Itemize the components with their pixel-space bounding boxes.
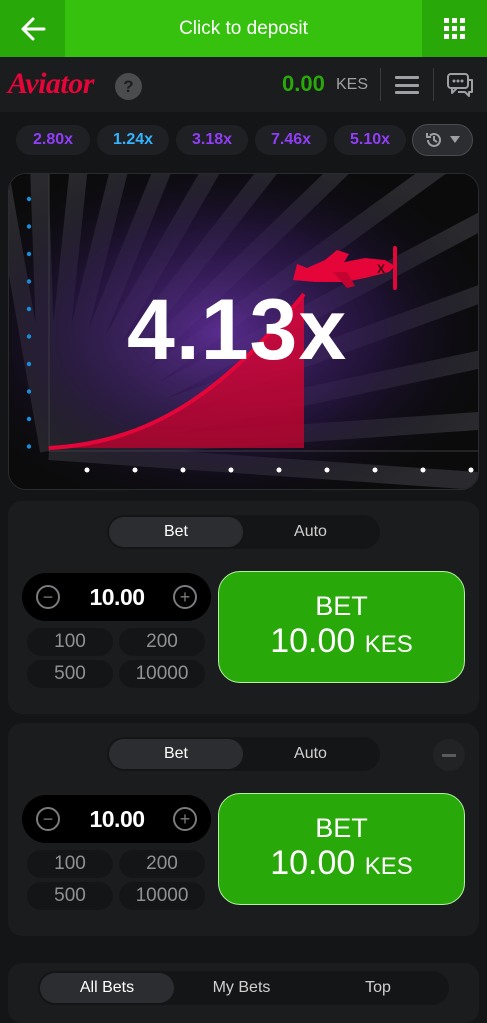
minus-icon: [442, 753, 456, 757]
bet-mode-tabs: Bet Auto: [107, 737, 380, 771]
tab-bet[interactable]: Bet: [109, 517, 243, 547]
decrease-button[interactable]: −: [36, 807, 60, 831]
axis-dot: [228, 467, 234, 473]
quick-amount-button[interactable]: 500: [27, 882, 113, 910]
balance-currency: KES: [336, 76, 369, 93]
axis-dot: [26, 361, 32, 367]
history-chip[interactable]: 3.18x: [176, 125, 248, 155]
chevron-down-icon: [449, 136, 460, 143]
quick-amount-button[interactable]: 500: [27, 660, 113, 688]
place-bet-button[interactable]: BET 10.00 KES: [218, 571, 465, 683]
axis-dot: [26, 389, 32, 394]
decrease-button[interactable]: −: [36, 585, 60, 609]
menu-button[interactable]: [395, 76, 419, 94]
bet-panel-2: Bet Auto − 10.00 + 100 200 500 10000 BET…: [8, 723, 479, 936]
current-multiplier: 4.13x: [127, 282, 348, 378]
axis-dot: [26, 279, 32, 284]
quick-amount-button[interactable]: 10000: [119, 882, 205, 910]
plus-icon: +: [179, 809, 191, 829]
tab-auto[interactable]: Auto: [243, 739, 378, 769]
svg-text:X: X: [377, 262, 385, 276]
tab-all-bets[interactable]: All Bets: [40, 973, 174, 1003]
axis-dot: [26, 251, 32, 257]
axis-dot: [372, 467, 378, 473]
back-button[interactable]: [0, 0, 65, 57]
axis-dot: [132, 467, 138, 473]
apps-button[interactable]: [422, 0, 487, 57]
bet-button-label: BET: [315, 813, 368, 843]
axis-dot: [276, 467, 282, 473]
divider: [380, 68, 381, 101]
remove-panel-button[interactable]: [433, 739, 465, 771]
divider: [433, 68, 434, 101]
increase-button[interactable]: +: [173, 585, 197, 609]
aviator-logo: Aviator: [8, 67, 94, 100]
deposit-button[interactable]: Click to deposit: [65, 0, 422, 57]
axis-dot: [324, 467, 330, 473]
tab-bet[interactable]: Bet: [109, 739, 243, 769]
bet-amount-input[interactable]: 10.00: [72, 806, 162, 833]
game-canvas: X 4.13x: [8, 173, 479, 490]
axis-dot: [468, 467, 474, 473]
tab-top[interactable]: Top: [309, 973, 447, 1003]
axis-dot: [26, 306, 32, 312]
axis-dot: [26, 444, 32, 449]
axis-dot: [26, 416, 32, 422]
history-chip[interactable]: 7.46x: [255, 125, 327, 155]
axis-dot: [26, 224, 32, 229]
bet-amount-stepper: − 10.00 +: [22, 573, 211, 621]
bet-mode-tabs: Bet Auto: [107, 515, 380, 549]
minus-icon: −: [42, 809, 54, 829]
game-header: Aviator ? 0.00 KES: [0, 57, 487, 112]
arrow-left-icon: [21, 17, 45, 40]
quick-amount-button[interactable]: 100: [27, 628, 113, 656]
axis-dot: [26, 334, 32, 339]
minus-icon: −: [42, 587, 54, 607]
quick-amount-button[interactable]: 200: [119, 850, 205, 878]
bet-panel-1: Bet Auto − 10.00 + 100 200 500 10000 BET…: [8, 501, 479, 714]
multiplier-history: 2.80x 1.24x 3.18x 7.46x 5.10x: [0, 112, 487, 170]
help-button[interactable]: ?: [115, 73, 142, 100]
bets-tabs: All Bets My Bets Top: [38, 971, 449, 1005]
bet-button-amount: 10.00 KES: [270, 844, 413, 882]
history-toggle-button[interactable]: [412, 124, 473, 156]
axis-dot: [84, 467, 90, 473]
grid-icon: [444, 18, 465, 39]
axis-dot: [180, 467, 186, 473]
chat-icon[interactable]: [446, 72, 474, 98]
increase-button[interactable]: +: [173, 807, 197, 831]
history-chip[interactable]: 1.24x: [97, 125, 169, 155]
bet-amount-stepper: − 10.00 +: [22, 795, 211, 843]
axis-dot: [26, 196, 32, 202]
quick-amount-button[interactable]: 200: [119, 628, 205, 656]
bets-panel: All Bets My Bets Top: [8, 963, 479, 1023]
bet-button-label: BET: [315, 591, 368, 621]
bet-button-amount: 10.00 KES: [270, 622, 413, 660]
bet-amount-input[interactable]: 10.00: [72, 584, 162, 611]
quick-amount-button[interactable]: 10000: [119, 660, 205, 688]
deposit-bar: Click to deposit: [0, 0, 487, 57]
axis-dot: [420, 467, 426, 473]
history-icon: [425, 132, 441, 147]
tab-auto[interactable]: Auto: [243, 517, 378, 547]
quick-amount-button[interactable]: 100: [27, 850, 113, 878]
balance-amount: 0.00: [282, 71, 325, 96]
history-chip[interactable]: 5.10x: [334, 125, 406, 155]
place-bet-button[interactable]: BET 10.00 KES: [218, 793, 465, 905]
tab-my-bets[interactable]: My Bets: [174, 973, 309, 1003]
plus-icon: +: [179, 587, 191, 607]
history-chip[interactable]: 2.80x: [16, 125, 90, 155]
